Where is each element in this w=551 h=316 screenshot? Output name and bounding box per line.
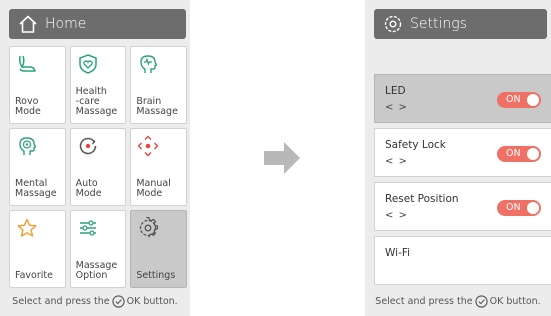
footer-text-before: Select and press the bbox=[375, 295, 473, 307]
tile-label: Settings bbox=[136, 270, 176, 281]
tile-rovo-mode[interactable]: Rovo Mode bbox=[9, 46, 66, 124]
tile-brain-massage[interactable]: Brain Massage bbox=[130, 46, 187, 124]
setting-label: Reset Position bbox=[385, 193, 459, 205]
settings-header: Settings bbox=[374, 9, 547, 39]
footer-text-after: OK button. bbox=[126, 295, 178, 307]
seat-icon bbox=[16, 53, 38, 75]
home-icon bbox=[17, 13, 39, 35]
toggle-state: ON bbox=[506, 148, 521, 159]
setting-label: Wi-Fi bbox=[385, 247, 411, 259]
tile-manual-mode[interactable]: Manual Mode bbox=[130, 128, 187, 206]
setting-label: LED bbox=[385, 85, 406, 97]
tile-favorite[interactable]: Favorite bbox=[9, 210, 66, 288]
setting-row-led[interactable]: LED < > ON bbox=[374, 74, 551, 123]
reset-position-toggle[interactable]: ON bbox=[497, 200, 541, 216]
brain-head-icon bbox=[137, 53, 159, 75]
toggle-knob bbox=[527, 94, 539, 106]
footer-text-before: Select and press the bbox=[12, 295, 110, 307]
setting-row-safety-lock[interactable]: Safety Lock < > ON bbox=[374, 128, 551, 177]
tile-mental-massage[interactable]: Mental Massage bbox=[9, 128, 66, 206]
mode-grid: Rovo Mode Health -care Massage Brain Mas… bbox=[9, 46, 187, 288]
setting-arrows: < > bbox=[385, 210, 408, 221]
manual-arrows-icon bbox=[137, 135, 159, 157]
check-circle-icon bbox=[111, 294, 125, 308]
settings-title: Settings bbox=[410, 16, 467, 32]
settings-screen: Settings LED < > ON Safety Lock < > ON R… bbox=[365, 0, 551, 316]
safety-lock-toggle[interactable]: ON bbox=[497, 146, 541, 162]
toggle-knob bbox=[527, 202, 539, 214]
setting-row-reset-position[interactable]: Reset Position < > ON bbox=[374, 182, 551, 231]
mind-head-icon bbox=[16, 135, 38, 157]
sliders-icon bbox=[77, 217, 99, 239]
tile-label: Rovo Mode bbox=[15, 96, 41, 117]
home-title: Home bbox=[45, 16, 87, 32]
settings-footer-hint: Select and press the OK button. bbox=[365, 293, 551, 309]
auto-circle-icon bbox=[77, 135, 99, 157]
home-screen: Home Rovo Mode Health -care Massage Brai… bbox=[0, 0, 190, 316]
home-footer-hint: Select and press the OK button. bbox=[0, 293, 190, 309]
settings-list: LED < > ON Safety Lock < > ON Reset Posi… bbox=[374, 74, 551, 290]
gear-icon bbox=[137, 217, 159, 239]
home-header: Home bbox=[9, 9, 186, 39]
heart-shield-icon bbox=[77, 53, 99, 75]
tile-massage-option[interactable]: Massage Option bbox=[69, 210, 127, 288]
gear-icon bbox=[382, 13, 404, 35]
tile-auto-mode[interactable]: Auto Mode bbox=[69, 128, 127, 206]
setting-arrows: < > bbox=[385, 102, 408, 113]
tile-label: Mental Massage bbox=[15, 178, 57, 199]
setting-arrows: < > bbox=[385, 156, 408, 167]
setting-row-wifi[interactable]: Wi-Fi bbox=[374, 236, 551, 285]
right-arrow-icon bbox=[264, 142, 300, 174]
led-toggle[interactable]: ON bbox=[497, 92, 541, 108]
footer-text-after: OK button. bbox=[489, 295, 541, 307]
tile-label: Auto Mode bbox=[75, 178, 102, 199]
tile-label: Manual Mode bbox=[136, 178, 171, 199]
tile-label: Favorite bbox=[15, 270, 53, 281]
tile-label: Massage Option bbox=[75, 260, 118, 281]
tile-label: Brain Massage bbox=[136, 96, 178, 117]
tile-label: Health -care Massage bbox=[75, 86, 118, 117]
tile-settings[interactable]: Settings bbox=[130, 210, 187, 288]
star-icon bbox=[16, 217, 38, 239]
check-circle-icon bbox=[474, 294, 488, 308]
tile-healthcare-massage[interactable]: Health -care Massage bbox=[69, 46, 127, 124]
toggle-knob bbox=[527, 148, 539, 160]
toggle-state: ON bbox=[506, 94, 521, 105]
toggle-state: ON bbox=[506, 202, 521, 213]
setting-label: Safety Lock bbox=[385, 139, 446, 151]
